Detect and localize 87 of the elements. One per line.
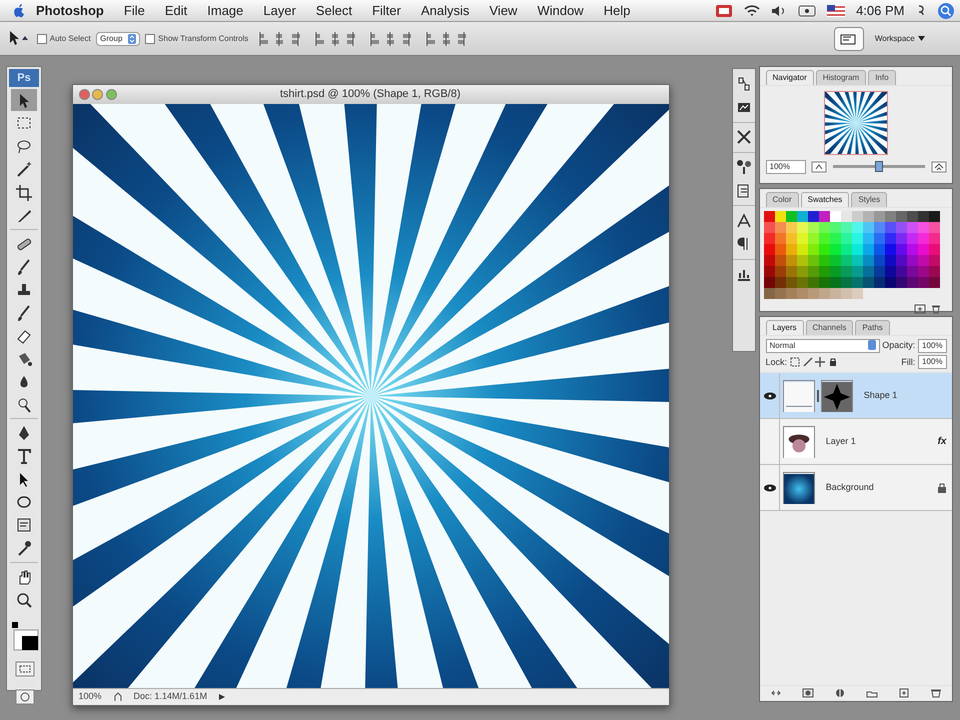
panel-tab[interactable]: Color — [766, 192, 799, 207]
menu-item[interactable]: Image — [197, 0, 254, 22]
wifi-icon[interactable] — [744, 4, 760, 18]
app-menu[interactable]: Photoshop — [26, 0, 114, 22]
status-menu-icon[interactable] — [218, 692, 226, 701]
zoom-field[interactable]: 100% — [766, 160, 806, 174]
menu-item[interactable]: Select — [306, 0, 362, 22]
color-swatch-grid[interactable] — [764, 210, 940, 299]
move-tool-icon[interactable] — [11, 89, 37, 111]
stepper-icon[interactable] — [868, 340, 876, 350]
panel-tab[interactable]: Layers — [766, 320, 804, 335]
zoom-level[interactable]: 100% — [78, 690, 102, 704]
layer-row[interactable]: Background — [760, 465, 952, 511]
palette-well-button[interactable] — [834, 26, 864, 50]
document-size: Doc: 1.14M/1.61M — [134, 690, 208, 704]
layer-thumbnail — [782, 426, 815, 458]
new-swatch-icon[interactable] — [914, 304, 926, 314]
document-title: tshirt.psd @ 100% (Shape 1, RGB/8) — [280, 87, 461, 102]
panel-tab[interactable]: Info — [868, 70, 896, 85]
lock-label: Lock: — [766, 356, 788, 368]
layer-name[interactable]: Shape 1 — [864, 388, 898, 402]
menu-item[interactable]: Analysis — [410, 0, 480, 22]
checkbox[interactable] — [37, 34, 47, 44]
checkbox-label: Auto Select — [50, 32, 91, 44]
app-logo[interactable]: Ps — [9, 69, 39, 87]
link-icon[interactable] — [814, 390, 821, 402]
lock-transparency-icon[interactable] — [790, 357, 800, 368]
trash-icon[interactable] — [930, 688, 942, 698]
slider-thumb[interactable] — [874, 161, 883, 172]
clock[interactable]: 4:06 PM — [856, 0, 904, 20]
menu-item[interactable]: Layer — [253, 0, 306, 22]
menu-item[interactable]: Filter — [362, 0, 411, 22]
add-mask-icon[interactable] — [802, 688, 814, 698]
display-icon[interactable] — [798, 4, 816, 18]
trash-icon[interactable] — [931, 304, 941, 314]
opacity-field[interactable]: 100% — [918, 338, 946, 352]
menu-item[interactable]: Window — [527, 0, 594, 22]
fill-field[interactable]: 100% — [918, 355, 946, 370]
layer-name[interactable]: Background — [826, 480, 874, 494]
screen-mode-icon[interactable] — [13, 686, 37, 706]
zoom-out-icon[interactable] — [811, 160, 827, 173]
effects-indicator: fx — [938, 435, 946, 449]
caret-icon[interactable] — [918, 36, 924, 41]
panel-tab[interactable]: Paths — [855, 320, 890, 335]
zoom-button[interactable] — [106, 88, 117, 100]
character-icon[interactable] — [735, 212, 753, 230]
minimize-button[interactable] — [92, 88, 104, 100]
layer-thumbnail — [782, 380, 815, 412]
quick-mask-icon[interactable] — [13, 659, 37, 679]
lock-pixels-icon[interactable] — [802, 357, 813, 368]
search-icon[interactable] — [936, 2, 954, 20]
scissors-icon[interactable] — [735, 128, 753, 146]
checkbox-label: Show Transform Controls — [158, 32, 248, 44]
menu-item[interactable]: Edit — [154, 0, 198, 22]
fill-label: Fill: — [901, 356, 916, 368]
panel-tab[interactable]: Swatches — [800, 192, 850, 207]
close-button[interactable] — [78, 88, 90, 100]
workspace-menu[interactable]: Workspace — [874, 32, 924, 44]
opacity-label: Opacity: — [882, 338, 916, 352]
blend-mode-dropdown[interactable]: Normal — [766, 338, 880, 352]
menu-item[interactable]: View — [479, 0, 528, 22]
lock-position-icon[interactable] — [815, 357, 826, 368]
menu-item[interactable]: File — [114, 0, 155, 22]
logo-icon[interactable] — [12, 2, 26, 18]
flag-icon[interactable] — [827, 4, 846, 16]
zoom-in-icon[interactable] — [930, 160, 946, 173]
new-layer-icon[interactable] — [898, 688, 910, 698]
panel-tab[interactable]: Histogram — [816, 70, 866, 85]
group-dropdown[interactable]: Group — [96, 32, 140, 46]
adjustment-icon[interactable] — [834, 688, 846, 698]
calendar-icon[interactable] — [715, 4, 734, 18]
checkbox[interactable] — [145, 34, 156, 44]
panel-tab[interactable]: Channels — [806, 320, 854, 335]
color-swatches-icon[interactable] — [10, 620, 40, 652]
layer-thumbnail — [782, 472, 815, 504]
vector-mask-thumbnail — [820, 380, 853, 412]
panel-tab[interactable]: Navigator — [766, 70, 814, 85]
lock-icon[interactable] — [828, 357, 838, 368]
panel-tab[interactable]: Styles — [851, 192, 888, 207]
navigator-thumbnail — [825, 92, 887, 154]
stepper-icon[interactable] — [128, 34, 136, 44]
menu-item[interactable]: Help — [594, 0, 640, 22]
layer-name[interactable]: Layer 1 — [826, 434, 856, 448]
layer-row[interactable]: Layer 1 fx — [760, 419, 952, 465]
layer-row[interactable]: Shape 1 — [760, 373, 952, 419]
eye-icon[interactable] — [764, 392, 776, 400]
eye-icon[interactable] — [764, 484, 776, 492]
